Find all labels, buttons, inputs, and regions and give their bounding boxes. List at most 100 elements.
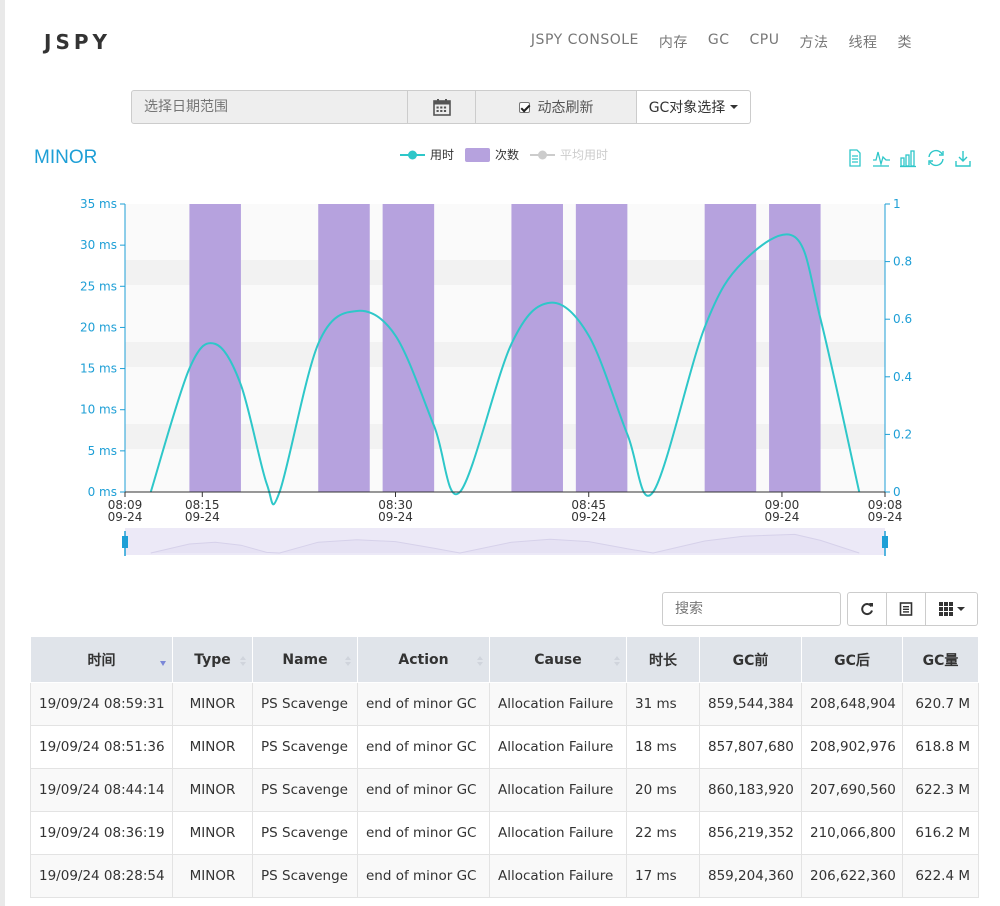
- nav-method[interactable]: 方法: [800, 32, 829, 52]
- cell-gc-after: 207,690,560: [801, 768, 903, 812]
- y-left-tick-label: 20 ms: [80, 320, 117, 334]
- cell-type: MINOR: [172, 725, 253, 769]
- cell-gc-amount: 620.7 M: [902, 682, 979, 726]
- chart-title: MINOR: [34, 147, 97, 168]
- data-view-icon[interactable]: [849, 149, 861, 167]
- nav-thread[interactable]: 线程: [849, 32, 878, 52]
- table-row[interactable]: 19/09/24 08:28:54 MINOR PS Scavenge end …: [30, 854, 979, 898]
- y-left-tick-label: 10 ms: [80, 403, 117, 417]
- table-row[interactable]: 19/09/24 08:36:19 MINOR PS Scavenge end …: [30, 811, 979, 855]
- table-row[interactable]: 19/09/24 08:51:36 MINOR PS Scavenge end …: [30, 725, 979, 769]
- x-tick-date: 09-24: [108, 510, 143, 524]
- auto-refresh-checkbox[interactable]: [518, 101, 530, 113]
- cell-name: PS Scavenge: [252, 725, 358, 769]
- cell-time: 19/09/24 08:59:31: [30, 682, 173, 726]
- x-tick-date: 09-24: [378, 510, 413, 524]
- count-bar: [511, 204, 563, 492]
- cell-type: MINOR: [172, 682, 253, 726]
- table-refresh-button[interactable]: [847, 592, 887, 626]
- y-right-tick-label: 0.4: [893, 370, 912, 384]
- nav-gc[interactable]: GC: [708, 32, 730, 52]
- cell-type: MINOR: [172, 854, 253, 898]
- gc-object-select[interactable]: GC对象选择: [637, 90, 751, 124]
- date-range-input[interactable]: [131, 90, 408, 124]
- col-header-duration: 时长: [626, 636, 700, 683]
- legend-marker-symbol: [538, 150, 547, 160]
- gc-chart: MINOR 用时 次数 平均用时 0 ms 5 ms 10 ms 15 ms 20 ms 25 m…: [34, 147, 971, 556]
- nav-memory[interactable]: 内存: [659, 32, 688, 52]
- col-header-cause[interactable]: Cause: [489, 636, 627, 683]
- cell-gc-amount: 622.4 M: [902, 854, 979, 898]
- filter-toolbar: 动态刷新 GC对象选择: [131, 90, 751, 124]
- table-search-input[interactable]: [662, 592, 841, 626]
- nav-class[interactable]: 类: [898, 32, 913, 52]
- download-icon[interactable]: [955, 151, 971, 167]
- cell-gc-before: 860,183,920: [699, 768, 802, 812]
- cell-type: MINOR: [172, 768, 253, 812]
- list-view-icon: [899, 602, 913, 616]
- cell-gc-after: 208,902,976: [801, 725, 903, 769]
- cell-gc-after: 208,648,904: [801, 682, 903, 726]
- table-row[interactable]: 19/09/24 08:59:31 MINOR PS Scavenge end …: [30, 682, 979, 726]
- sort-icon: [240, 656, 246, 666]
- col-header-gc-before: GC前: [699, 636, 802, 683]
- y-left-tick-label: 25 ms: [80, 279, 117, 293]
- cell-cause: Allocation Failure: [489, 854, 627, 898]
- col-header-name[interactable]: Name: [252, 636, 358, 683]
- calendar-button[interactable]: [408, 90, 476, 124]
- restore-icon[interactable]: [928, 149, 944, 167]
- brand-logo[interactable]: JSPY: [44, 30, 111, 54]
- bar-chart-icon[interactable]: [900, 150, 916, 168]
- cell-action: end of minor GC: [357, 725, 490, 769]
- legend-bar-symbol: [465, 148, 490, 162]
- caret-down-icon: [730, 105, 739, 109]
- sort-icon: [614, 656, 620, 666]
- refresh-icon: [861, 603, 873, 615]
- y-right-tick-label: 1: [893, 197, 901, 211]
- cell-gc-after: 210,066,800: [801, 811, 903, 855]
- y-left-tick-label: 35 ms: [80, 197, 117, 211]
- x-tick-date: 09-24: [185, 510, 220, 524]
- y-left-tick-label: 30 ms: [80, 238, 117, 252]
- cell-action: end of minor GC: [357, 854, 490, 898]
- legend-label: 用时: [430, 148, 454, 162]
- nav-cpu[interactable]: CPU: [750, 32, 780, 52]
- cell-gc-before: 859,204,360: [699, 854, 802, 898]
- cell-time: 19/09/24 08:28:54: [30, 854, 173, 898]
- col-header-gc-after: GC后: [801, 636, 903, 683]
- cell-time: 19/09/24 08:44:14: [30, 768, 173, 812]
- cell-cause: Allocation Failure: [489, 682, 627, 726]
- cell-action: end of minor GC: [357, 768, 490, 812]
- col-header-type[interactable]: Type: [172, 636, 253, 683]
- sort-desc-icon: [160, 661, 166, 666]
- table-header-row: 时间 Type Name Action Cause 时长 GC前 GC后 GC量: [30, 636, 979, 683]
- count-bar: [382, 204, 435, 492]
- y-right-tick-label: 0.8: [893, 255, 912, 269]
- col-header-gc-amount: GC量: [902, 636, 979, 683]
- col-header-action[interactable]: Action: [357, 636, 490, 683]
- table-row[interactable]: 19/09/24 08:44:14 MINOR PS Scavenge end …: [30, 768, 979, 812]
- nav-jspy-console[interactable]: JSPY CONSOLE: [531, 32, 639, 52]
- cell-cause: Allocation Failure: [489, 725, 627, 769]
- grid-icon: [938, 602, 953, 616]
- auto-refresh-toggle[interactable]: 动态刷新: [476, 90, 637, 124]
- cell-name: PS Scavenge: [252, 811, 358, 855]
- table-toggle-view-button[interactable]: [887, 592, 926, 626]
- y-right-tick-label: 0.6: [893, 312, 912, 326]
- sort-icon: [345, 656, 351, 666]
- cell-cause: Allocation Failure: [489, 811, 627, 855]
- table-columns-button[interactable]: [926, 592, 978, 626]
- x-tick-date: 09-24: [571, 510, 606, 524]
- y-left-tick-label: 0 ms: [88, 485, 117, 499]
- col-header-time[interactable]: 时间: [30, 636, 173, 683]
- line-chart-icon[interactable]: [873, 151, 890, 167]
- cell-gc-before: 856,219,352: [699, 811, 802, 855]
- cell-duration: 18 ms: [626, 725, 700, 769]
- count-bar: [575, 204, 628, 492]
- gc-table: 时间 Type Name Action Cause 时长 GC前 GC后 GC量…: [30, 636, 979, 898]
- count-bar: [769, 204, 821, 492]
- y-left-tick-label: 5 ms: [88, 444, 117, 458]
- auto-refresh-label: 动态刷新: [537, 100, 594, 116]
- cell-name: PS Scavenge: [252, 768, 358, 812]
- cell-gc-amount: 618.8 M: [902, 725, 979, 769]
